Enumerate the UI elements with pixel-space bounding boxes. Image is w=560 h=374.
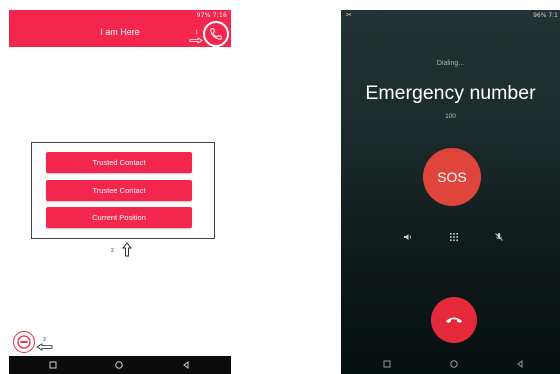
right-phone-screen: ✂ 96% 7:1 Dialing... Emergency number 10… bbox=[341, 10, 560, 374]
dialing-label: Dialing... bbox=[436, 60, 465, 67]
left-phone-screen: 97% 7:16 I am Here 1 Trusted Contact Tru… bbox=[9, 10, 231, 374]
trusted-contact-button[interactable]: Trusted Contact bbox=[46, 152, 192, 173]
square-icon[interactable] bbox=[382, 359, 392, 369]
phone-icon bbox=[210, 28, 222, 40]
current-position-button[interactable]: Current Position bbox=[46, 207, 192, 228]
arrow-left-icon bbox=[36, 343, 53, 351]
end-call-icon bbox=[446, 317, 462, 323]
contact-number: 100 bbox=[445, 113, 456, 120]
status-bar-text: 97% 7:16 bbox=[196, 12, 227, 19]
circle-icon[interactable] bbox=[449, 359, 459, 369]
triangle-back-icon[interactable] bbox=[515, 359, 525, 369]
triangle-back-icon[interactable] bbox=[181, 360, 191, 370]
sos-button[interactable]: SOS bbox=[423, 148, 481, 206]
annotation-marker-1: 1 bbox=[195, 30, 198, 36]
trustee-contact-button[interactable]: Trustee Contact bbox=[46, 180, 192, 201]
speaker-icon[interactable] bbox=[403, 232, 413, 242]
square-icon[interactable] bbox=[48, 360, 58, 370]
arrow-up-icon bbox=[122, 242, 132, 257]
circle-icon[interactable] bbox=[114, 360, 124, 370]
contact-name: Emergency number bbox=[365, 82, 536, 104]
annotation-marker-2: 2 bbox=[111, 248, 114, 254]
stop-button[interactable] bbox=[13, 331, 35, 353]
arrow-right-icon bbox=[189, 37, 203, 44]
dialpad-icon[interactable] bbox=[449, 232, 459, 242]
minus-circle-icon bbox=[17, 335, 31, 349]
app-bar: 97% 7:16 I am Here 1 bbox=[9, 10, 231, 47]
mute-icon[interactable] bbox=[494, 232, 504, 242]
end-call-button[interactable] bbox=[431, 297, 477, 343]
call-button[interactable] bbox=[203, 21, 229, 47]
status-bar-text: 96% 7:1 bbox=[533, 12, 558, 19]
status-bar-left: ✂ bbox=[346, 12, 352, 19]
contact-options-box: Trusted Contact Trustee Contact Current … bbox=[31, 142, 215, 239]
android-nav-bar bbox=[9, 356, 231, 374]
